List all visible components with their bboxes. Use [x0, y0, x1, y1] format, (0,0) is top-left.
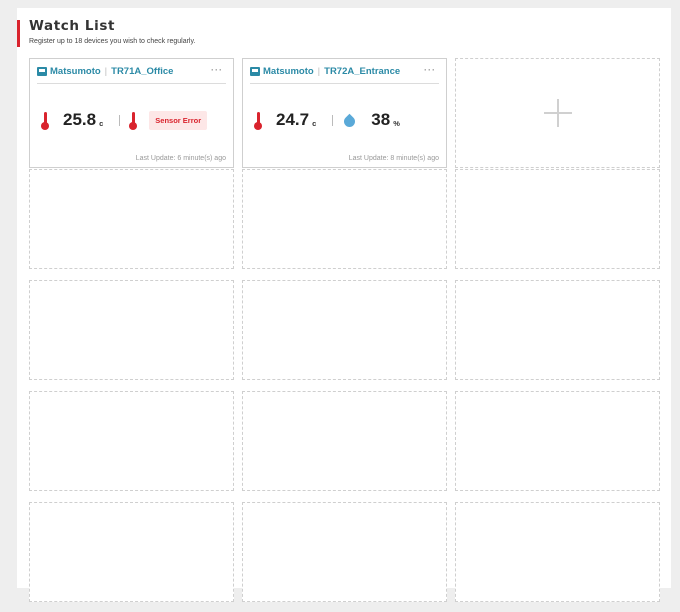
- thermometer-icon: [129, 111, 138, 130]
- temperature-unit: c: [99, 119, 104, 128]
- device-card[interactable]: Matsumoto | TR71A_Office ··· 25.8 c Sens…: [29, 58, 234, 168]
- card-header: Matsumoto | TR72A_Entrance ···: [250, 59, 439, 84]
- empty-slot: [29, 280, 234, 380]
- empty-slot: [242, 169, 447, 269]
- group-name[interactable]: Matsumoto: [263, 66, 314, 77]
- empty-slot: [29, 502, 234, 602]
- empty-slot: [242, 280, 447, 380]
- plus-icon: [543, 99, 572, 127]
- last-update: Last Update: 6 minute(s) ago: [135, 155, 226, 162]
- watch-list-panel: Watch List Register up to 18 devices you…: [17, 8, 671, 602]
- empty-slot: [29, 169, 234, 269]
- empty-slot: [455, 502, 660, 602]
- empty-slot: [455, 280, 660, 380]
- readings-row: 24.7 c 38 %: [250, 96, 439, 144]
- thermometer-icon: [254, 111, 262, 130]
- page-header: Watch List Register up to 18 devices you…: [17, 18, 196, 47]
- empty-slot: [455, 391, 660, 491]
- more-options-button[interactable]: ···: [424, 65, 436, 75]
- thermometer-icon: [41, 111, 49, 130]
- device-name[interactable]: TR71A_Office: [111, 66, 173, 77]
- last-update: Last Update: 8 minute(s) ago: [348, 155, 439, 162]
- empty-slot: [242, 502, 447, 602]
- humidity-unit: %: [393, 119, 400, 128]
- device-icon: [37, 66, 47, 76]
- device-icon: [250, 66, 260, 76]
- device-name[interactable]: TR72A_Entrance: [324, 66, 400, 77]
- header-separator: |: [317, 65, 321, 77]
- temperature-unit: c: [312, 119, 317, 128]
- more-options-button[interactable]: ···: [211, 65, 223, 75]
- temperature-value: 25.8: [63, 110, 97, 129]
- group-name[interactable]: Matsumoto: [50, 66, 101, 77]
- page-subtitle: Register up to 18 devices you wish to ch…: [29, 38, 196, 45]
- header-separator: |: [104, 65, 108, 77]
- card-header: Matsumoto | TR71A_Office ···: [37, 59, 226, 84]
- empty-slot: [242, 391, 447, 491]
- page-title: Watch List: [29, 18, 116, 34]
- reading-separator: [332, 114, 334, 126]
- readings-row: 25.8 c Sensor Error: [37, 96, 226, 144]
- add-device-button[interactable]: [455, 58, 660, 168]
- watch-grid: Matsumoto | TR71A_Office ··· 25.8 c Sens…: [29, 58, 660, 612]
- humidity-value: 38: [371, 110, 391, 129]
- water-drop-icon: [341, 113, 358, 130]
- sensor-error-badge: Sensor Error: [149, 110, 208, 130]
- reading-separator: [119, 114, 121, 126]
- empty-slot: [29, 391, 234, 491]
- empty-slot: [455, 169, 660, 269]
- device-card[interactable]: Matsumoto | TR72A_Entrance ··· 24.7 c 38…: [242, 58, 447, 168]
- temperature-value: 24.7: [276, 110, 310, 129]
